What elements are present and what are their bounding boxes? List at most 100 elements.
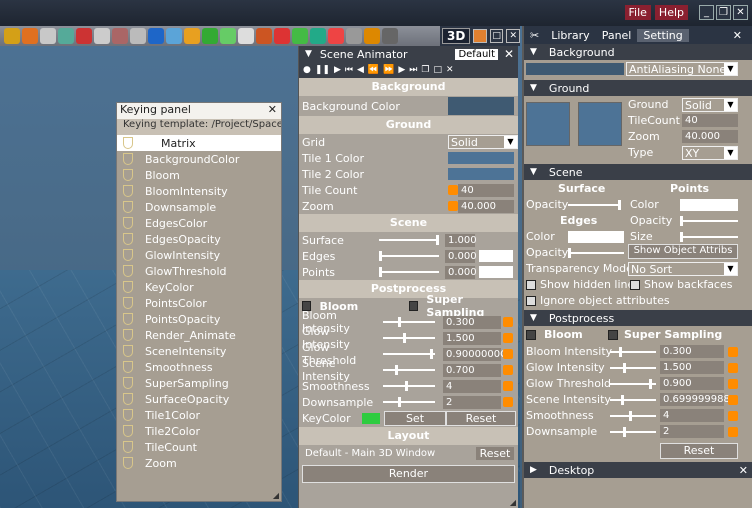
tool-icon[interactable]	[238, 28, 254, 44]
keying-row[interactable]: SurfaceOpacity	[117, 391, 281, 407]
close-icon[interactable]: ✕	[268, 103, 277, 116]
keying-row[interactable]: Tile1Color	[117, 407, 281, 423]
spin-icon[interactable]	[448, 201, 458, 211]
tile2-color-swatch[interactable]	[578, 102, 622, 146]
bg-color-swatch[interactable]	[526, 63, 624, 75]
rewind-icon[interactable]: ⏪	[368, 65, 379, 75]
close-icon[interactable]: ✕	[727, 29, 748, 42]
spin-icon[interactable]	[503, 317, 513, 327]
keying-row[interactable]: GlowThreshold	[117, 263, 281, 279]
down-slider[interactable]	[383, 397, 435, 407]
keying-row[interactable]: EdgesOpacity	[117, 231, 281, 247]
keying-row[interactable]: SceneIntensity	[117, 343, 281, 359]
tool-icon[interactable]	[382, 28, 398, 44]
copy-icon[interactable]: ❐	[421, 65, 429, 75]
layout-reset-button[interactable]: Reset	[476, 446, 514, 460]
last-icon[interactable]: ⏭	[409, 65, 417, 75]
tool-icon[interactable]	[166, 28, 182, 44]
restore-icon[interactable]: ❐	[716, 5, 731, 20]
tool-icon[interactable]	[112, 28, 128, 44]
down-field[interactable]: 2	[660, 425, 724, 438]
surface-opacity-slider[interactable]	[568, 200, 621, 210]
scene-header[interactable]: Scene	[549, 166, 583, 179]
clear-icon[interactable]: ✕	[446, 65, 454, 75]
scene_int-field[interactable]: 0.700	[443, 363, 501, 377]
points-opacity-slider[interactable]	[680, 216, 738, 226]
edges-slider[interactable]	[379, 251, 439, 261]
tool-icon[interactable]	[256, 28, 272, 44]
keying-row[interactable]: Zoom	[117, 455, 281, 471]
edges-color-swatch[interactable]	[568, 231, 624, 243]
background-color-swatch[interactable]	[448, 97, 514, 115]
edges-opacity-slider[interactable]	[568, 248, 624, 258]
edges-color-swatch[interactable]	[479, 250, 513, 262]
record-icon[interactable]: ●	[303, 65, 311, 75]
glow_int-slider[interactable]	[610, 363, 656, 373]
resize-grip-icon[interactable]: ◢	[510, 498, 516, 507]
backfaces-checkbox[interactable]	[630, 280, 640, 290]
spin-icon[interactable]	[728, 395, 738, 405]
hidden-lines-checkbox[interactable]	[526, 280, 536, 290]
postprocess-reset-button[interactable]: Reset	[660, 443, 738, 459]
glow_thr-slider[interactable]	[610, 379, 656, 389]
zoom-field[interactable]: 40.000	[682, 130, 738, 143]
spin-icon[interactable]	[728, 427, 738, 437]
grid-dropdown[interactable]: Solid ▼	[448, 135, 518, 149]
collapse-icon[interactable]: ▼	[305, 49, 312, 59]
render-button[interactable]: Render	[302, 465, 515, 483]
keying-row[interactable]: Smoothness	[117, 359, 281, 375]
collapse-icon[interactable]: ▼	[530, 313, 537, 323]
close-icon[interactable]: ✕	[733, 5, 748, 20]
points-slider[interactable]	[379, 267, 439, 277]
keying-row[interactable]: BloomIntensity	[117, 183, 281, 199]
smooth-slider[interactable]	[383, 381, 435, 391]
keying-row[interactable]: Bloom	[117, 167, 281, 183]
keying-row[interactable]: PointsColor	[117, 295, 281, 311]
bloom-checkbox[interactable]	[526, 330, 536, 340]
minimize-icon[interactable]: _	[699, 5, 714, 20]
tool-icon[interactable]	[130, 28, 146, 44]
spin-icon[interactable]	[503, 381, 513, 391]
forward-icon[interactable]: ⏩	[383, 65, 394, 75]
tool-icon[interactable]	[202, 28, 218, 44]
postprocess-header[interactable]: Postprocess	[549, 312, 614, 325]
frame-icon[interactable]: □	[433, 65, 442, 75]
view-3d-label[interactable]: 3D	[442, 28, 471, 44]
spin-icon[interactable]	[728, 363, 738, 373]
keying-row[interactable]: KeyColor	[117, 279, 281, 295]
keying-row[interactable]: PointsOpacity	[117, 311, 281, 327]
key-color-swatch[interactable]	[362, 413, 380, 424]
pause-icon[interactable]: ❚❚	[315, 65, 330, 75]
prev-icon[interactable]: ◀	[357, 65, 364, 75]
collapse-icon[interactable]: ▼	[530, 47, 537, 57]
collapse-icon[interactable]: ▼	[530, 167, 537, 177]
keying-row-selected[interactable]: Matrix	[117, 135, 281, 151]
maximize-icon[interactable]: □	[489, 29, 504, 43]
reset-button[interactable]: Reset	[446, 411, 516, 426]
menu-file[interactable]: File	[624, 5, 651, 20]
points-size-slider[interactable]	[680, 232, 738, 242]
play-icon[interactable]: ▶	[334, 65, 341, 75]
shading-icon[interactable]	[473, 29, 487, 43]
first-icon[interactable]: ⏮	[345, 65, 353, 75]
bloom_int-field[interactable]: 0.300	[443, 315, 501, 329]
keying-row[interactable]: Tile2Color	[117, 423, 281, 439]
tilecount-field[interactable]: 40	[682, 114, 738, 127]
keying-row[interactable]: SuperSampling	[117, 375, 281, 391]
surface-field[interactable]: 1.000	[445, 233, 477, 247]
keying-row[interactable]: TileCount	[117, 439, 281, 455]
keying-row[interactable]: GlowIntensity	[117, 247, 281, 263]
menu-help[interactable]: Help	[654, 5, 688, 20]
resize-grip-icon[interactable]: ◢	[273, 491, 279, 500]
down-slider[interactable]	[610, 427, 656, 437]
keying-row[interactable]: EdgesColor	[117, 215, 281, 231]
tool-icon[interactable]	[40, 28, 56, 44]
spin-icon[interactable]	[503, 349, 513, 359]
tool-icon[interactable]	[76, 28, 92, 44]
next-icon[interactable]: ▶	[398, 65, 405, 75]
keying-row[interactable]: Downsample	[117, 199, 281, 215]
glow_thr-field[interactable]: 0.9000000C	[443, 347, 507, 361]
tile1-swatch[interactable]	[448, 152, 514, 164]
tab-panel[interactable]: Panel	[596, 29, 638, 42]
spin-icon[interactable]	[728, 379, 738, 389]
